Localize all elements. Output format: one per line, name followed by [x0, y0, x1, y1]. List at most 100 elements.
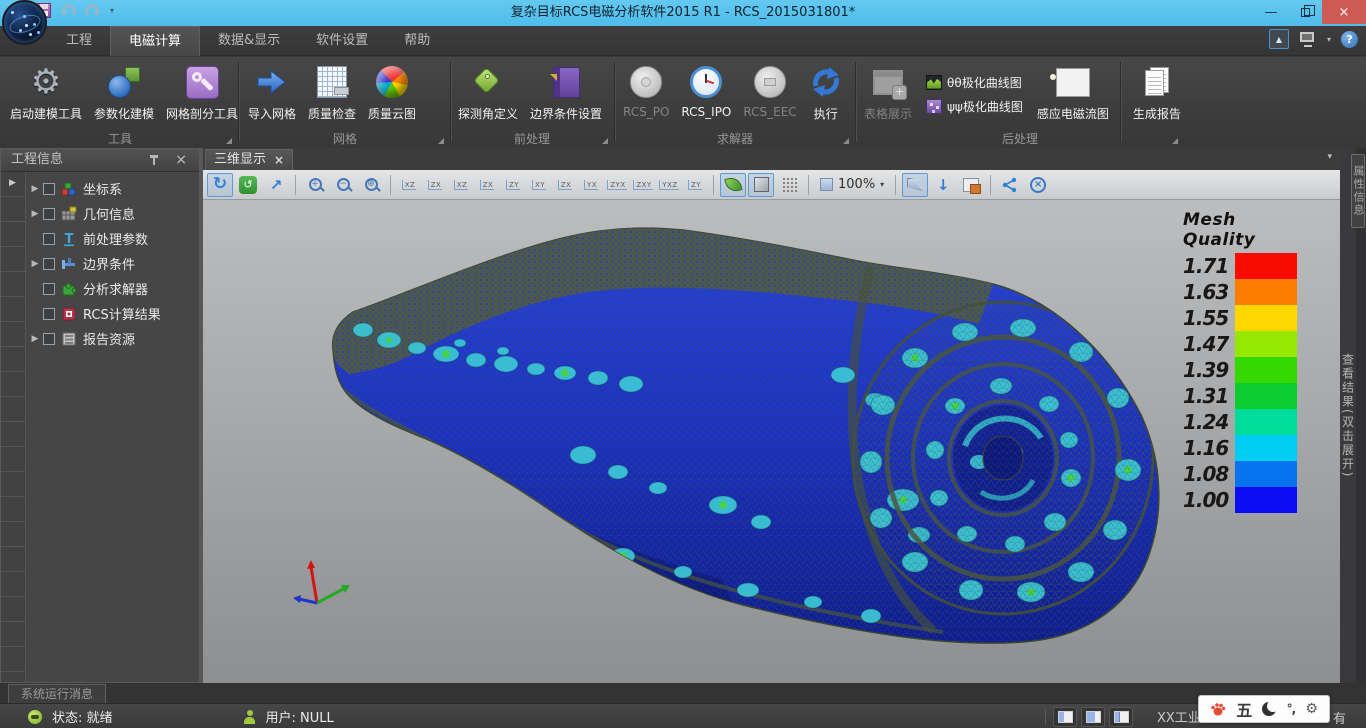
view-orientation-button[interactable]: ZXY	[631, 173, 655, 197]
generate-report-button[interactable]: 生成报告	[1127, 59, 1187, 129]
group-dialog-launcher[interactable]	[602, 138, 608, 144]
tree-checkbox[interactable]	[43, 283, 55, 295]
expand-arrow-icon[interactable]: ▶	[27, 259, 43, 269]
table-window-icon	[873, 70, 903, 95]
tab-3d-display[interactable]: 三维显示 ×	[205, 149, 293, 170]
view-orientation-button[interactable]: ZX	[423, 173, 447, 197]
tree-item-analysis-solver[interactable]: 分析求解器	[27, 276, 199, 301]
expand-arrow-icon[interactable]: ▶	[27, 209, 43, 219]
parametric-modeling-button[interactable]: 参数化建模	[88, 59, 160, 129]
tree-item-geometry-info[interactable]: ▶ 几何信息	[27, 201, 199, 226]
zoom-in-icon: +	[309, 178, 322, 191]
tree-checkbox[interactable]	[43, 233, 55, 245]
system-messages-tab[interactable]: 系统运行消息	[8, 684, 106, 703]
tree-checkbox[interactable]	[43, 308, 55, 320]
mesh-partition-tool-button[interactable]: 网格剖分工具	[160, 59, 244, 129]
execute-button[interactable]: 执行	[803, 59, 849, 129]
ime-punctuation-button[interactable]: °,	[1287, 702, 1296, 716]
tree-item-report-resources[interactable]: ▶ 报告资源	[27, 326, 199, 351]
psi-polarization-curve-button[interactable]: ψψ极化曲线图	[926, 98, 1023, 115]
quality-cloud-map-button[interactable]: 质量云图	[362, 59, 422, 129]
theta-polarization-curve-button[interactable]: θθ极化曲线图	[926, 74, 1023, 91]
properties-side-tab[interactable]: 属性信息	[1351, 154, 1365, 228]
view-orientation-button[interactable]: XY	[527, 173, 551, 197]
ime-settings-gear-icon[interactable]: ⚙	[1305, 701, 1318, 717]
layout-split-panel-button[interactable]	[1109, 707, 1133, 727]
tree-checkbox[interactable]	[43, 183, 55, 195]
view-orientation-button[interactable]: YXZ	[657, 173, 681, 197]
tree-checkbox[interactable]	[43, 258, 55, 270]
rotate-view-button[interactable]: ↻	[207, 173, 233, 197]
restore-button[interactable]	[1288, 0, 1322, 24]
induction-current-map-button[interactable]: 感应电磁流图	[1031, 59, 1115, 129]
region-select-button[interactable]	[902, 173, 928, 197]
pin-icon[interactable]	[149, 154, 159, 166]
close-button[interactable]: ×	[1322, 0, 1366, 24]
menu-tab-data-display[interactable]: 数据&显示	[200, 26, 298, 56]
group-dialog-launcher[interactable]	[226, 138, 232, 144]
panel-close-icon[interactable]: ×	[175, 149, 187, 171]
zoom-fit-button[interactable]: ⊕	[358, 173, 384, 197]
menu-tab-em-compute[interactable]: 电磁计算	[110, 26, 200, 56]
probe-angle-button[interactable]: 探测角定义	[452, 59, 524, 129]
expand-arrow-icon[interactable]: ▶	[27, 184, 43, 194]
flat-shade-button[interactable]	[748, 173, 774, 197]
view-orientation-button[interactable]: XZ	[397, 173, 421, 197]
ime-mode-button[interactable]: 五	[1236, 697, 1252, 721]
zoom-in-button[interactable]: +	[302, 173, 328, 197]
menu-tab-help[interactable]: 帮助	[386, 26, 448, 56]
display-style-icon[interactable]	[1299, 31, 1317, 47]
view-orientation-button[interactable]: ZX	[553, 173, 577, 197]
wireframe-button[interactable]	[776, 173, 802, 197]
group-dialog-launcher[interactable]	[843, 138, 849, 144]
layers-button[interactable]	[958, 173, 984, 197]
collapse-ribbon-button[interactable]: ▲	[1269, 29, 1289, 49]
layout-left-panel-button[interactable]	[1053, 707, 1077, 727]
launch-modeling-tool-button[interactable]: ⚙ 启动建模工具	[4, 59, 88, 129]
view-orientation-button[interactable]: XZ	[449, 173, 473, 197]
drop-down-view-button[interactable]: ↓	[930, 173, 956, 197]
tree-item-boundary-conditions[interactable]: ▶ 边界条件	[27, 251, 199, 276]
rcs-ipo-button[interactable]: RCS_IPO	[675, 59, 737, 129]
viewport-canvas[interactable]: Mesh Quality 1.711.631.551.471.391.311.2…	[203, 200, 1340, 683]
smooth-shade-button[interactable]	[720, 173, 746, 197]
zoom-fit-icon: ⊕	[365, 178, 378, 191]
layout-wide-panel-button[interactable]	[1081, 707, 1105, 727]
view-orientation-button[interactable]: ZYX	[605, 173, 629, 197]
group-dialog-launcher[interactable]	[1172, 138, 1178, 144]
refresh-view-button[interactable]: ↺	[235, 173, 261, 197]
expand-arrow-icon[interactable]: ▶	[27, 334, 43, 344]
quality-check-button[interactable]: 质量检查	[302, 59, 362, 129]
ribbon: ⚙ 启动建模工具 参数化建模 网格剖分工具 工具	[0, 57, 1366, 148]
group-dialog-launcher[interactable]	[438, 138, 444, 144]
menu-tab-settings[interactable]: 软件设置	[298, 26, 386, 56]
display-style-caret-icon[interactable]: ▾	[1327, 35, 1331, 44]
zoom-level-combo[interactable]: 100% ▾	[815, 173, 889, 197]
view-orientation-button[interactable]: ZX	[475, 173, 499, 197]
results-side-tab[interactable]: 查看结果(双击展开)	[1340, 148, 1356, 683]
view-orientation-button[interactable]: ZY	[683, 173, 707, 197]
pan-view-button[interactable]: ↗	[263, 173, 289, 197]
view-orientation-button[interactable]: ZY	[501, 173, 525, 197]
chevron-right-icon[interactable]: ▶	[9, 178, 16, 188]
copyright-text-right: 有	[1333, 708, 1346, 727]
tree-checkbox[interactable]	[43, 208, 55, 220]
share-view-button[interactable]	[997, 173, 1023, 197]
help-button[interactable]: ?	[1341, 31, 1358, 48]
import-mesh-button[interactable]: 导入网格	[242, 59, 302, 129]
tree-item-coordinate-system[interactable]: ▶ 坐标系	[27, 176, 199, 201]
close-view-button[interactable]: ×	[1025, 173, 1051, 197]
ime-moon-icon[interactable]	[1262, 702, 1276, 716]
tree-item-rcs-results[interactable]: RCS计算结果	[27, 301, 199, 326]
ime-paw-icon[interactable]	[1210, 701, 1226, 717]
boundary-condition-button[interactable]: 边界条件设置	[524, 59, 608, 129]
tree-checkbox[interactable]	[43, 333, 55, 345]
menu-tab-project[interactable]: 工程	[48, 26, 110, 56]
zoom-out-button[interactable]: −	[330, 173, 356, 197]
tree-item-preprocess-params[interactable]: T 前处理参数	[27, 226, 199, 251]
view-orientation-button[interactable]: YX	[579, 173, 603, 197]
app-logo[interactable]	[2, 0, 47, 45]
tab-overflow-caret-icon[interactable]: ▾	[1327, 152, 1332, 162]
tab-close-icon[interactable]: ×	[274, 150, 284, 170]
minimize-button[interactable]: —	[1254, 0, 1288, 24]
